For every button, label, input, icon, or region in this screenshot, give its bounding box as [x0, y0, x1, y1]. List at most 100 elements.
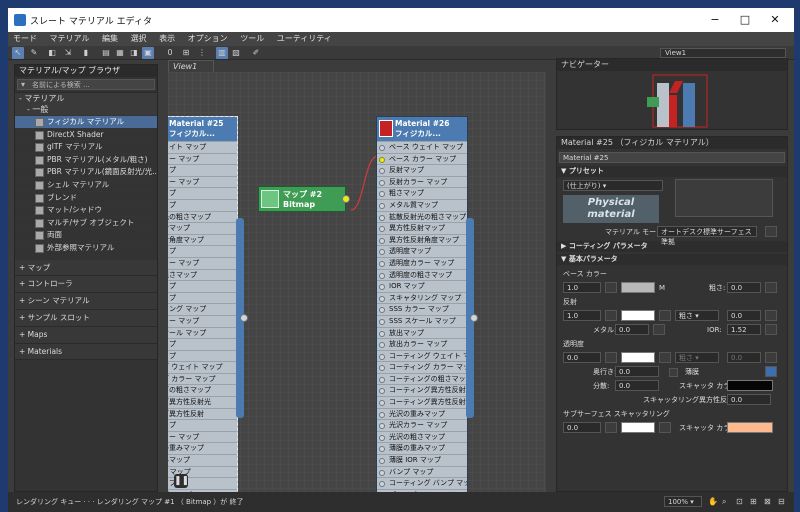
trans-mode-dropdown[interactable]: 粗さ ▾: [675, 352, 719, 363]
sss-color-swatch[interactable]: [621, 422, 655, 433]
category-maps-en[interactable]: + Maps: [15, 326, 157, 344]
trans-weight-spinner[interactable]: 0.0: [563, 352, 601, 363]
output-pin[interactable]: [240, 314, 248, 322]
node-slot[interactable]: ベース カラー マップ: [377, 152, 467, 165]
sss-weight-map-button[interactable]: [605, 422, 617, 433]
rollout-basic[interactable]: ▼ 基本パラメータ: [557, 254, 787, 265]
zoom-dropdown[interactable]: 100% ▾: [664, 496, 702, 507]
slot-pin[interactable]: [379, 168, 385, 175]
trans-roughness-map-button[interactable]: [765, 352, 777, 363]
slot-pin[interactable]: [379, 307, 385, 314]
node-slot[interactable]: 放出カラー マップ: [377, 338, 467, 350]
category-sample-slots[interactable]: + サンプル スロット: [15, 309, 157, 327]
depth-spinner[interactable]: 0.0: [615, 366, 659, 377]
view-selector[interactable]: View1: [660, 48, 786, 58]
menu-view[interactable]: 表示: [154, 32, 180, 46]
browser-item[interactable]: シェル マテリアル: [15, 177, 157, 191]
menu-mode[interactable]: モード: [8, 32, 42, 46]
navigator-preview[interactable]: [557, 71, 789, 129]
node-slot[interactable]: マップ: [168, 338, 237, 350]
dispersion-spinner[interactable]: 0.0: [615, 380, 659, 391]
node-slot[interactable]: カラー マップ: [168, 152, 237, 165]
node-slot[interactable]: 反射マップ: [377, 164, 467, 176]
node-slot[interactable]: ングの粗さマップ: [168, 384, 237, 396]
node-slot[interactable]: 光沢の重みマップ: [377, 407, 467, 420]
zoom-all-icon[interactable]: ⊟: [778, 496, 785, 507]
slot-pin[interactable]: [379, 202, 385, 209]
subgroup-general[interactable]: - 一般: [15, 104, 157, 115]
node-header[interactable]: Material #26 フィジカル...: [377, 117, 467, 141]
zoom-region-icon[interactable]: ⊡: [736, 496, 743, 507]
node-slot[interactable]: 透明度カラー マップ: [377, 256, 467, 269]
node-view-canvas[interactable]: Material #25 フィジカル... ウェイト マップカラー マップマップ…: [168, 72, 546, 492]
node-slot[interactable]: マップ: [168, 291, 237, 304]
show-map-icon[interactable]: ◨: [128, 47, 140, 59]
menu-select[interactable]: 選択: [126, 32, 152, 46]
menu-options[interactable]: オプション: [183, 32, 233, 46]
node-slot[interactable]: カラー マップ: [168, 256, 237, 269]
node-slot[interactable]: カラー マップ: [168, 314, 237, 327]
slot-pin[interactable]: [379, 458, 385, 465]
slot-pin[interactable]: [379, 145, 385, 151]
slot-pin[interactable]: [379, 260, 385, 267]
zoom-selected-icon[interactable]: ⊠: [764, 496, 771, 507]
node-slot[interactable]: 量みマップ: [168, 454, 237, 466]
slot-pin[interactable]: [379, 272, 385, 279]
roughness-map-button[interactable]: [765, 282, 777, 293]
browser-item[interactable]: 両面: [15, 228, 157, 241]
node-slot[interactable]: マップ: [168, 198, 237, 211]
slot-pin[interactable]: [379, 237, 385, 244]
param-editor-icon[interactable]: ▧: [230, 47, 242, 59]
node-slot[interactable]: コーティング異方性反射光: [377, 384, 467, 396]
browser-item[interactable]: glTF マテリアル: [15, 140, 157, 153]
slot-pin[interactable]: [379, 249, 385, 256]
material-id-icon[interactable]: 0: [164, 47, 176, 59]
ior-map-button[interactable]: [765, 324, 777, 335]
node-slot[interactable]: の粗さマップ: [168, 268, 237, 281]
minimize-button[interactable]: −: [702, 10, 728, 30]
menu-tools[interactable]: ツール: [235, 32, 269, 46]
trans-color-map-button[interactable]: [659, 352, 671, 363]
menu-material[interactable]: マテリアル: [45, 32, 95, 46]
category-materials-en[interactable]: + Materials: [15, 343, 157, 361]
slot-pin[interactable]: [379, 365, 385, 372]
node-slot[interactable]: SSS スケール マップ: [377, 314, 467, 327]
scatter-aniso-spinner[interactable]: 0.0: [727, 394, 771, 405]
material-mode-dropdown[interactable]: オートデスク標準サーフェス準拠: [657, 226, 757, 246]
mode-settings-icon[interactable]: [765, 226, 777, 237]
refl-weight-map-button[interactable]: [605, 310, 617, 321]
browser-item[interactable]: マット/シャドウ: [15, 203, 157, 216]
material-node-25[interactable]: Material #25 フィジカル... ウェイト マップカラー マップマップ…: [168, 116, 238, 492]
node-slot[interactable]: コーティング異方性反射角: [377, 396, 467, 408]
node-slot[interactable]: ング異方性反射: [168, 407, 237, 420]
slot-pin[interactable]: [379, 446, 385, 453]
node-slot[interactable]: マップ: [168, 187, 237, 199]
node-slot[interactable]: マップ: [168, 419, 237, 431]
trans-roughness-spinner[interactable]: 0.0: [727, 352, 761, 363]
refl-mode-dropdown[interactable]: 粗さ ▾: [675, 310, 719, 321]
slot-pin[interactable]: [379, 481, 385, 488]
ior-spinner[interactable]: 1.52: [727, 324, 761, 335]
reflection-color-swatch[interactable]: [621, 310, 655, 321]
map-node-bitmap[interactable]: マップ #2 Bitmap: [258, 186, 350, 212]
slot-pin[interactable]: [379, 434, 385, 441]
node-slot[interactable]: スキャタリング マップ: [377, 291, 467, 304]
node-slot[interactable]: 異方性反射マップ: [377, 222, 467, 234]
select-tool-icon[interactable]: ↖: [12, 47, 24, 59]
put-to-scene-icon[interactable]: ⇲: [62, 47, 74, 59]
node-slot[interactable]: ング異方性反射光: [168, 396, 237, 408]
slot-pin[interactable]: [379, 191, 385, 198]
base-weight-map-button[interactable]: [605, 282, 617, 293]
slot-pin[interactable]: [379, 469, 385, 476]
node-slot[interactable]: マップ: [168, 280, 237, 292]
refl-color-map-button[interactable]: [659, 310, 671, 321]
node-slot[interactable]: 拡散反射光の粗さマップ: [377, 210, 467, 223]
slot-pin[interactable]: [379, 342, 385, 349]
slot-pin[interactable]: [379, 284, 385, 291]
slot-pin[interactable]: [379, 353, 385, 360]
tab-view1[interactable]: View1: [168, 60, 214, 72]
browser-item[interactable]: DirectX Shader: [15, 127, 157, 141]
map-output-pin[interactable]: [342, 195, 350, 203]
node-slot[interactable]: コーティングの粗さマップ: [377, 372, 467, 385]
browser-item[interactable]: フィジカル マテリアル: [15, 115, 157, 128]
